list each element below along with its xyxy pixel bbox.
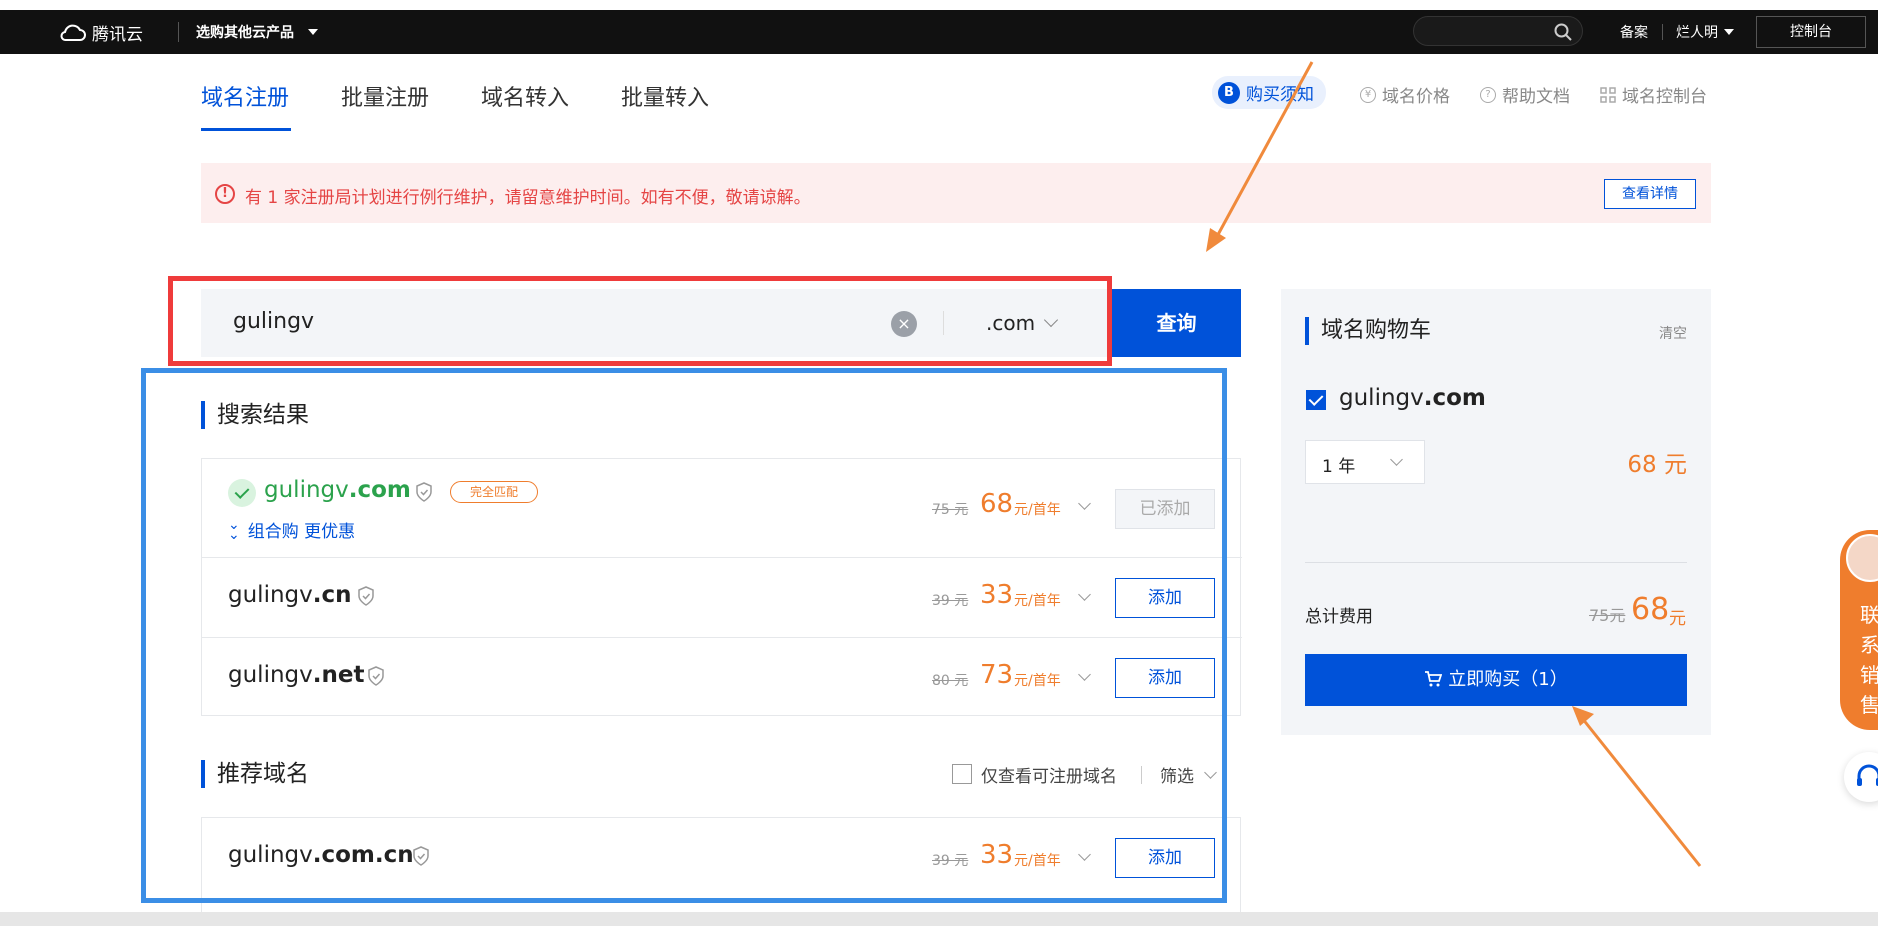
help-docs-link[interactable]: ? 帮助文档	[1480, 82, 1570, 107]
clear-cart-link[interactable]: 清空	[1659, 323, 1687, 343]
search-icon	[1554, 23, 1572, 41]
divider	[178, 22, 179, 42]
chevron-down-icon	[1390, 453, 1403, 466]
cart-title: 域名购物车	[1305, 317, 1431, 345]
help-docs-label: 帮助文档	[1502, 87, 1570, 107]
view-details-button[interactable]: 查看详情	[1604, 179, 1696, 209]
active-tab-indicator	[201, 128, 291, 131]
purchase-notice-link[interactable]: B 购买须知	[1212, 76, 1326, 109]
caret-down-icon	[1724, 29, 1734, 35]
buy-now-label: 立即购买（1）	[1448, 669, 1568, 690]
window-bottom-strip	[0, 912, 1878, 926]
total-label: 总计费用	[1305, 607, 1373, 627]
domain-price-link[interactable]: ¥ 域名价格	[1360, 82, 1450, 107]
purchase-notice-label: 购买须知	[1246, 85, 1314, 105]
console-button[interactable]: 控制台	[1756, 16, 1866, 48]
notice-message: 有 1 家注册局计划进行例行维护，请留意维护时间。如有不便，敬请谅解。	[245, 188, 811, 208]
divider	[1305, 562, 1687, 563]
product-menu[interactable]: 选购其他云产品	[196, 22, 318, 42]
grid-icon	[1600, 86, 1616, 103]
headset-icon	[1857, 764, 1878, 786]
cart-item-price: 68 元	[1627, 452, 1687, 478]
period-select[interactable]: 1 年	[1305, 440, 1425, 484]
tab-batch-register[interactable]: 批量注册	[341, 80, 429, 112]
yen-icon: ¥	[1360, 86, 1376, 103]
domain-console-label: 域名控制台	[1622, 87, 1707, 107]
info-icon: !	[215, 184, 235, 204]
tab-batch-transfer[interactable]: 批量转入	[621, 80, 709, 112]
notice-b-icon: B	[1218, 81, 1240, 104]
domain-cart: 域名购物车 清空 gulingv.com 1 年 68 元 总计费用 75元 6…	[1281, 289, 1711, 735]
tab-domain-transfer[interactable]: 域名转入	[481, 80, 569, 112]
buy-now-button[interactable]: 立即购买（1）	[1305, 654, 1687, 706]
brand-name: 腾讯云	[92, 25, 143, 45]
domain-console-link[interactable]: 域名控制台	[1600, 82, 1707, 107]
annotation-blue-box	[141, 368, 1227, 903]
beian-link[interactable]: 备案	[1620, 22, 1648, 42]
query-button[interactable]: 查询	[1112, 289, 1241, 357]
annotation-red-box	[168, 276, 1112, 366]
help-icon: ?	[1480, 86, 1496, 103]
top-bar: 腾讯云 选购其他云产品 备案 烂人明 控制台	[0, 10, 1878, 54]
user-name: 烂人明	[1676, 25, 1718, 41]
window-top-strip	[0, 0, 1878, 10]
cloud-logo-icon	[60, 24, 86, 41]
top-search-input[interactable]	[1413, 16, 1583, 46]
cart-item-checkbox[interactable]	[1306, 390, 1326, 410]
maintenance-notice: ! 有 1 家注册局计划进行例行维护，请留意维护时间。如有不便，敬请谅解。 查看…	[201, 163, 1711, 223]
tab-domain-register[interactable]: 域名注册	[201, 80, 289, 112]
total-price: 68	[1631, 592, 1670, 627]
product-menu-label: 选购其他云产品	[196, 25, 294, 41]
total-original-price: 75元	[1589, 606, 1626, 625]
divider	[1662, 24, 1663, 40]
total-unit: 元	[1669, 609, 1686, 629]
domain-price-label: 域名价格	[1382, 87, 1450, 107]
cart-domain: gulingv.com	[1339, 385, 1486, 411]
cart-icon	[1425, 671, 1443, 687]
period-value: 1 年	[1322, 457, 1356, 477]
user-menu[interactable]: 烂人明	[1676, 22, 1734, 42]
domain-nav: 域名注册 批量注册 域名转入 批量转入 B 购买须知 ¥ 域名价格 ? 帮助文档…	[0, 54, 1878, 132]
contact-sales-label: 联系销售	[1860, 603, 1878, 717]
support-button[interactable]	[1844, 752, 1878, 802]
brand-logo[interactable]: 腾讯云	[58, 20, 143, 45]
caret-down-icon	[308, 29, 318, 35]
